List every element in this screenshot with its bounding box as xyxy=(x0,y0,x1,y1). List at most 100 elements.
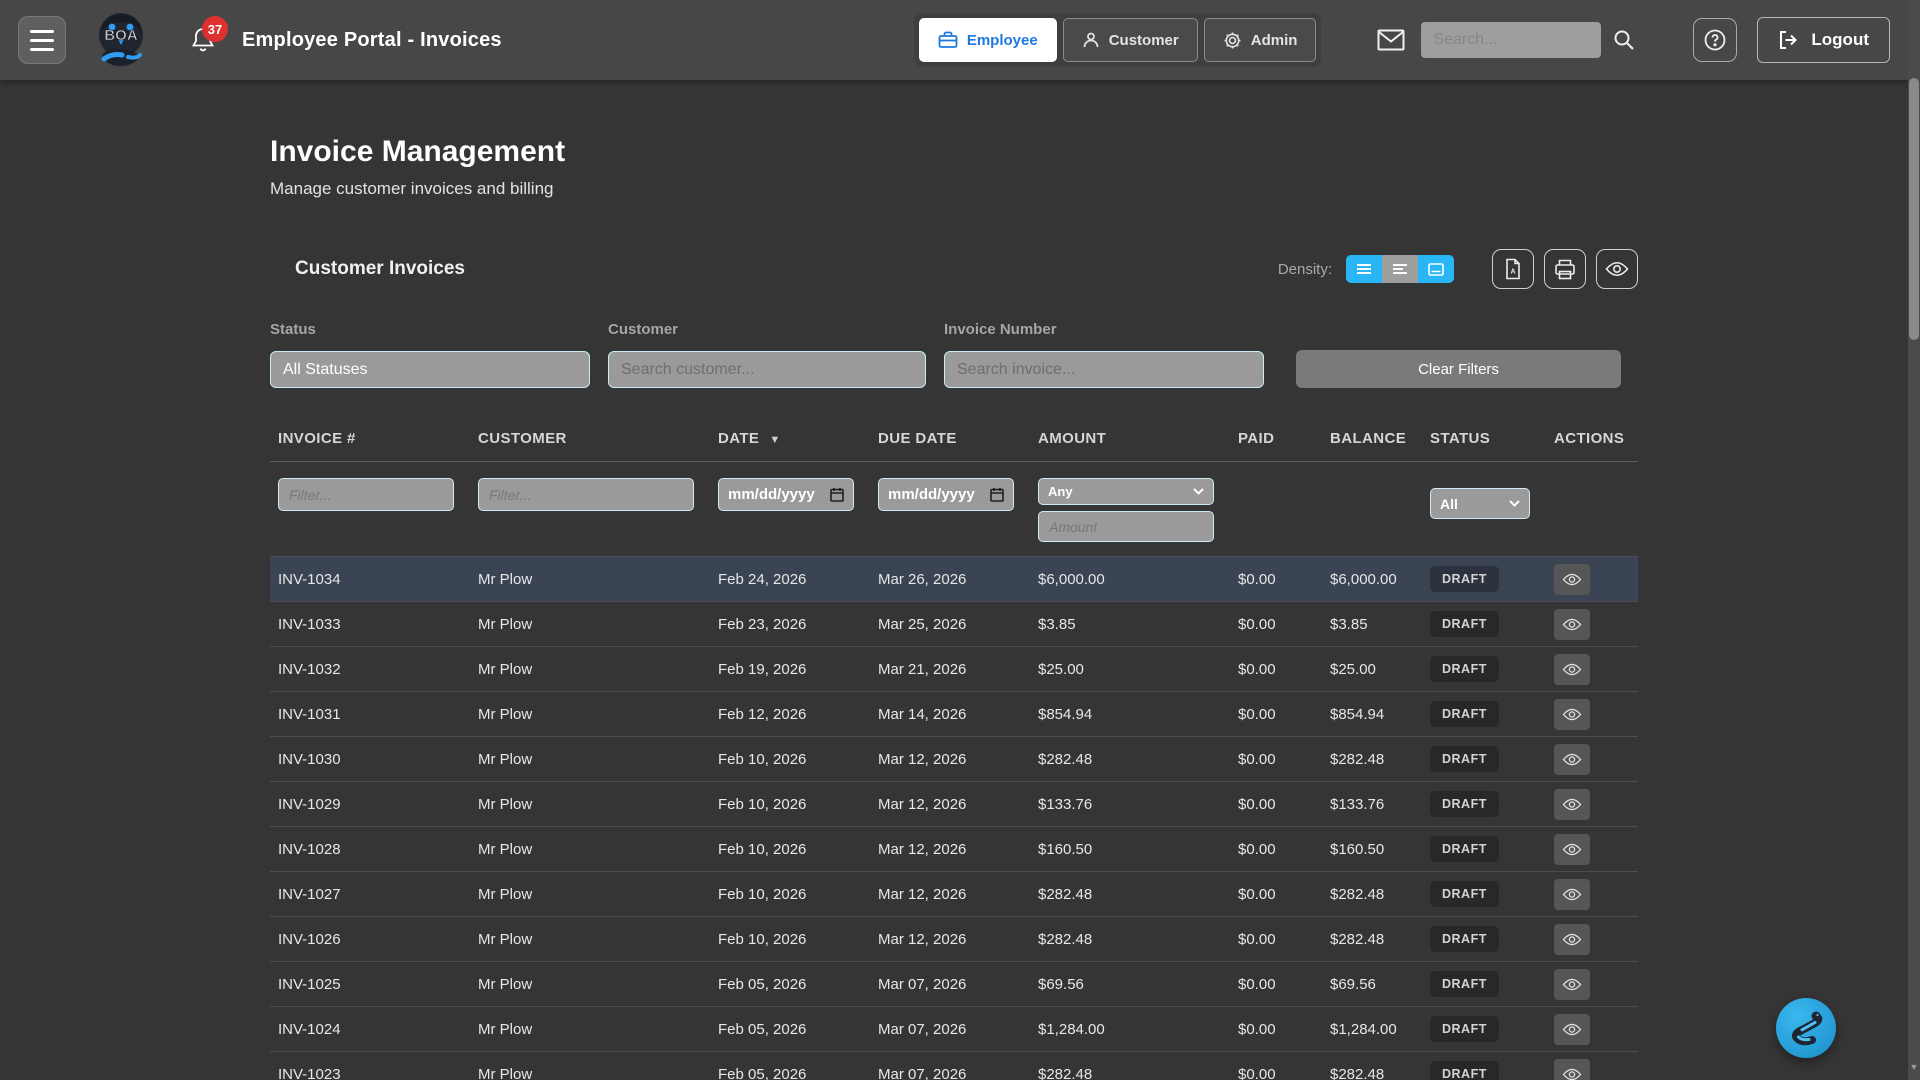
cell-amount: $160.50 xyxy=(1030,841,1230,858)
view-invoice-button[interactable] xyxy=(1554,924,1590,955)
cell-customer: Mr Plow xyxy=(470,931,710,948)
col-date[interactable]: DATE▼ xyxy=(710,430,870,447)
table-row[interactable]: INV-1033 Mr Plow Feb 23, 2026 Mar 25, 20… xyxy=(270,601,1638,646)
tab-customer[interactable]: Customer xyxy=(1063,18,1198,62)
due-date-column-filter[interactable]: mm/dd/yyyy xyxy=(878,478,1014,511)
menu-toggle-button[interactable] xyxy=(18,16,66,64)
cell-invoice: INV-1030 xyxy=(270,751,470,768)
col-paid[interactable]: PAID xyxy=(1230,430,1322,447)
mail-icon[interactable] xyxy=(1377,29,1405,51)
status-column-filter[interactable]: All xyxy=(1430,488,1530,519)
tab-employee[interactable]: Employee xyxy=(919,18,1057,62)
cell-customer: Mr Plow xyxy=(470,706,710,723)
table-row[interactable]: INV-1024 Mr Plow Feb 05, 2026 Mar 07, 20… xyxy=(270,1006,1638,1051)
table-row[interactable]: INV-1034 Mr Plow Feb 24, 2026 Mar 26, 20… xyxy=(270,556,1638,601)
cell-invoice: INV-1031 xyxy=(270,706,470,723)
visibility-button[interactable] xyxy=(1596,249,1638,289)
view-invoice-button[interactable] xyxy=(1554,699,1590,730)
eye-icon xyxy=(1562,933,1582,946)
view-invoice-button[interactable] xyxy=(1554,564,1590,595)
view-invoice-button[interactable] xyxy=(1554,609,1590,640)
print-button[interactable] xyxy=(1544,249,1586,289)
view-invoice-button[interactable] xyxy=(1554,789,1590,820)
cell-customer: Mr Plow xyxy=(470,571,710,588)
logout-button[interactable]: Logout xyxy=(1757,17,1890,63)
col-actions: ACTIONS xyxy=(1546,430,1638,447)
cell-amount: $282.48 xyxy=(1030,931,1230,948)
cell-paid: $0.00 xyxy=(1230,886,1322,903)
table-row[interactable]: INV-1031 Mr Plow Feb 12, 2026 Mar 14, 20… xyxy=(270,691,1638,736)
table-row[interactable]: INV-1027 Mr Plow Feb 10, 2026 Mar 12, 20… xyxy=(270,871,1638,916)
cell-date: Feb 05, 2026 xyxy=(710,1021,870,1038)
tab-admin[interactable]: Admin xyxy=(1204,18,1317,62)
table-row[interactable]: INV-1023 Mr Plow Feb 05, 2026 Mar 07, 20… xyxy=(270,1051,1638,1080)
status-filter-select[interactable]: All Statuses xyxy=(270,351,590,388)
table-row[interactable]: INV-1032 Mr Plow Feb 19, 2026 Mar 21, 20… xyxy=(270,646,1638,691)
cell-date: Feb 05, 2026 xyxy=(710,1066,870,1080)
col-status[interactable]: STATUS xyxy=(1422,430,1546,447)
view-invoice-button[interactable] xyxy=(1554,654,1590,685)
cell-invoice: INV-1027 xyxy=(270,886,470,903)
status-badge: DRAFT xyxy=(1430,566,1499,592)
export-pdf-button[interactable]: A xyxy=(1492,249,1534,289)
date-column-filter[interactable]: mm/dd/yyyy xyxy=(718,478,854,511)
density-comfortable-button[interactable] xyxy=(1418,255,1454,283)
view-invoice-button[interactable] xyxy=(1554,879,1590,910)
density-compact-button[interactable] xyxy=(1346,255,1382,283)
cell-paid: $0.00 xyxy=(1230,976,1322,993)
invoice-column-filter[interactable] xyxy=(278,478,454,511)
cell-invoice: INV-1025 xyxy=(270,976,470,993)
cell-balance: $282.48 xyxy=(1322,886,1422,903)
col-balance[interactable]: BALANCE xyxy=(1322,430,1422,447)
cell-date: Feb 19, 2026 xyxy=(710,661,870,678)
cell-date: Feb 10, 2026 xyxy=(710,886,870,903)
invoice-filter-input[interactable] xyxy=(944,351,1264,388)
clear-filters-button[interactable]: Clear Filters xyxy=(1296,350,1621,388)
view-invoice-button[interactable] xyxy=(1554,1014,1590,1045)
density-normal-button[interactable] xyxy=(1382,255,1418,283)
col-due-date[interactable]: DUE DATE xyxy=(870,430,1030,447)
col-customer[interactable]: CUSTOMER xyxy=(470,430,710,447)
cell-date: Feb 12, 2026 xyxy=(710,706,870,723)
cell-balance: $69.56 xyxy=(1322,976,1422,993)
vertical-scrollbar[interactable]: ▼ xyxy=(1908,0,1920,1080)
table-row[interactable]: INV-1025 Mr Plow Feb 05, 2026 Mar 07, 20… xyxy=(270,961,1638,1006)
table-row[interactable]: INV-1030 Mr Plow Feb 10, 2026 Mar 12, 20… xyxy=(270,736,1638,781)
customer-column-filter[interactable] xyxy=(478,478,694,511)
view-invoice-button[interactable] xyxy=(1554,969,1590,1000)
customer-filter-input[interactable] xyxy=(608,351,926,388)
density-normal-icon xyxy=(1392,263,1408,275)
col-amount[interactable]: AMOUNT xyxy=(1030,430,1230,447)
view-invoice-button[interactable] xyxy=(1554,744,1590,775)
cell-paid: $0.00 xyxy=(1230,706,1322,723)
table-row[interactable]: INV-1029 Mr Plow Feb 10, 2026 Mar 12, 20… xyxy=(270,781,1638,826)
help-button[interactable] xyxy=(1693,18,1737,62)
col-invoice[interactable]: INVOICE # xyxy=(270,430,470,447)
table-row[interactable]: INV-1028 Mr Plow Feb 10, 2026 Mar 12, 20… xyxy=(270,826,1638,871)
cell-amount: $282.48 xyxy=(1030,886,1230,903)
view-invoice-button[interactable] xyxy=(1554,834,1590,865)
table-row[interactable]: INV-1026 Mr Plow Feb 10, 2026 Mar 12, 20… xyxy=(270,916,1638,961)
cell-balance: $282.48 xyxy=(1322,751,1422,768)
snake-mascot-icon xyxy=(1788,1008,1824,1048)
eye-icon xyxy=(1562,573,1582,586)
status-badge: DRAFT xyxy=(1430,791,1499,817)
notifications-button[interactable]: 37 xyxy=(190,26,216,54)
amount-operator-select[interactable]: Any xyxy=(1038,478,1214,505)
view-invoice-button[interactable] xyxy=(1554,1059,1590,1080)
global-search-input[interactable] xyxy=(1421,22,1601,58)
status-badge: DRAFT xyxy=(1430,611,1499,637)
notification-count-badge: 37 xyxy=(202,16,228,42)
sort-desc-icon: ▼ xyxy=(769,434,780,446)
search-icon[interactable] xyxy=(1613,29,1635,51)
cell-date: Feb 10, 2026 xyxy=(710,796,870,813)
chat-fab-button[interactable] xyxy=(1776,998,1836,1058)
briefcase-icon xyxy=(938,31,958,49)
cell-due-date: Mar 25, 2026 xyxy=(870,616,1030,633)
cell-paid: $0.00 xyxy=(1230,931,1322,948)
amount-column-filter[interactable] xyxy=(1038,511,1214,542)
scrollbar-thumb[interactable] xyxy=(1909,78,1919,340)
person-icon xyxy=(1082,31,1100,49)
eye-icon xyxy=(1562,888,1582,901)
scrollbar-down-arrow[interactable]: ▼ xyxy=(1908,1062,1920,1072)
